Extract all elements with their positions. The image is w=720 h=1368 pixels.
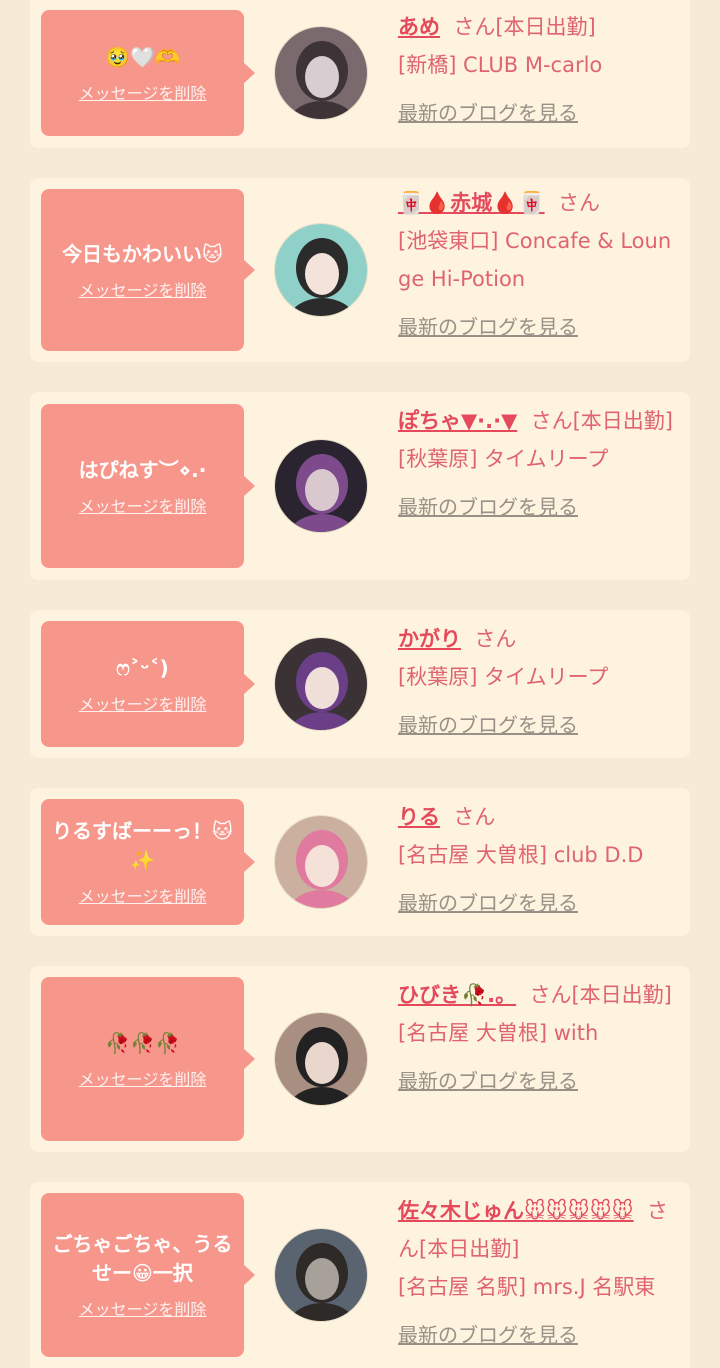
view-latest-blog-link[interactable]: 最新のブログを見る — [398, 884, 578, 922]
message-text: ごちゃごちゃ、うるせー😀一択 — [52, 1232, 233, 1285]
message-bubble: ෆ˃ᵕ˂) メッセージを削除 — [41, 621, 255, 747]
message-text: 今日もかわいい🐱 — [62, 241, 223, 266]
cast-name-line: 🀄🩸赤城🩸🀄 さん — [398, 184, 682, 222]
cast-card: 🥹🤍🫶 メッセージを削除 あめ さん[本日出勤] [新橋] CLUB M-carlo 最… — [30, 0, 690, 148]
message-text: 🥀🥀🥀 — [105, 1030, 180, 1055]
view-latest-blog-link[interactable]: 最新のブログを見る — [398, 488, 578, 526]
view-latest-blog-link[interactable]: 最新のブログを見る — [398, 1316, 578, 1354]
message-bubble: はぴねす︶⋄.· メッセージを削除 — [41, 404, 255, 568]
cast-info: かがり さん [秋葉原] タイムリープ最新のブログを見る — [398, 620, 682, 744]
message-bubble: 今日もかわいい🐱 メッセージを削除 — [41, 189, 255, 351]
delete-message-link[interactable]: メッセージを削除 — [79, 1296, 207, 1320]
honorific-status: さん[本日出勤] — [529, 983, 672, 1007]
shop-location: [池袋東口] Concafe & Lounge Hi-Potion — [398, 229, 672, 291]
avatar[interactable] — [274, 637, 368, 731]
honorific-status: さん — [474, 627, 517, 651]
cast-info: 🀄🩸赤城🩸🀄 さん [池袋東口] Concafe & Lounge Hi-Poti… — [398, 184, 682, 346]
avatar[interactable] — [274, 1012, 368, 1106]
cast-name-link[interactable]: かがり — [398, 627, 461, 651]
cast-card: りるすばーーっ！🐱✨ メッセージを削除 りる さん [名古屋 大曽根] club D.… — [30, 788, 690, 936]
shop-location: [名古屋 大曽根] with — [398, 1021, 599, 1045]
honorific-status: さん[本日出勤] — [530, 409, 673, 433]
favorites-message-list: 🥹🤍🫶 メッセージを削除 あめ さん[本日出勤] [新橋] CLUB M-carlo 最… — [0, 0, 720, 1368]
honorific-status: さん — [453, 805, 496, 829]
cast-name-line: あめ さん[本日出勤] — [398, 8, 682, 46]
message-text: りるすばーーっ！🐱✨ — [52, 819, 233, 872]
cast-name-link[interactable]: ぽちゃ▼·.·▼ — [398, 409, 517, 433]
cast-name-link[interactable]: 🀄🩸赤城🩸🀄 — [398, 191, 545, 215]
message-text: ෆ˃ᵕ˂) — [116, 655, 169, 680]
view-latest-blog-link[interactable]: 最新のブログを見る — [398, 308, 578, 346]
cast-info: あめ さん[本日出勤] [新橋] CLUB M-carlo 最新のブログを見る — [398, 8, 682, 132]
avatar-photo — [275, 638, 367, 730]
message-bubble: 🥀🥀🥀 メッセージを削除 — [41, 977, 255, 1141]
cast-name-line: 佐々木じゅん🐭🐭🐭🐭🐭 さん[本日出勤] — [398, 1192, 682, 1268]
cast-name-link[interactable]: 佐々木じゅん🐭🐭🐭🐭🐭 — [398, 1199, 634, 1223]
delete-message-link[interactable]: メッセージを削除 — [79, 277, 207, 301]
avatar[interactable] — [274, 26, 368, 120]
cast-card: ごちゃごちゃ、うるせー😀一択 メッセージを削除 佐々木じゅん🐭🐭🐭🐭🐭 さん[本日出… — [30, 1182, 690, 1368]
cast-info: 佐々木じゅん🐭🐭🐭🐭🐭 さん[本日出勤] [名古屋 名駅] mrs.J 名駅東最新… — [398, 1192, 682, 1354]
cast-name-line: ひびき🥀.。 さん[本日出勤] — [398, 976, 682, 1014]
cast-name-line: ぽちゃ▼·.·▼ さん[本日出勤] — [398, 402, 682, 440]
avatar-photo — [275, 224, 367, 316]
shop-location: [名古屋 大曽根] club D.D — [398, 843, 644, 867]
view-latest-blog-link[interactable]: 最新のブログを見る — [398, 706, 578, 744]
delete-message-link[interactable]: メッセージを削除 — [79, 80, 207, 104]
message-bubble: ごちゃごちゃ、うるせー😀一択メッセージを削除 — [41, 1193, 255, 1357]
cast-name-link[interactable]: あめ — [398, 15, 440, 39]
delete-message-link[interactable]: メッセージを削除 — [79, 493, 207, 517]
cast-info: りる さん [名古屋 大曽根] club D.D 最新のブログを見る — [398, 798, 682, 922]
shop-location: [新橋] CLUB M-carlo — [398, 53, 603, 77]
delete-message-link[interactable]: メッセージを削除 — [79, 691, 207, 715]
message-bubble: 🥹🤍🫶 メッセージを削除 — [41, 10, 255, 136]
shop-location: [秋葉原] タイムリープ — [398, 447, 609, 471]
cast-name-line: りる さん — [398, 798, 682, 836]
cast-card: 今日もかわいい🐱 メッセージを削除 🀄🩸赤城🩸🀄 さん [池袋東口] Concafe … — [30, 178, 690, 362]
avatar-photo — [275, 27, 367, 119]
delete-message-link[interactable]: メッセージを削除 — [79, 883, 207, 907]
cast-info: ぽちゃ▼·.·▼ さん[本日出勤] [秋葉原] タイムリープ最新のブログを見る — [398, 402, 682, 526]
avatar[interactable] — [274, 1228, 368, 1322]
message-bubble: りるすばーーっ！🐱✨ メッセージを削除 — [41, 799, 255, 925]
message-text: はぴねす︶⋄.· — [78, 457, 207, 482]
cast-card: 🥀🥀🥀 メッセージを削除 ひびき🥀.。 さん[本日出勤] [名古屋 大曽根] with… — [30, 966, 690, 1152]
avatar[interactable] — [274, 815, 368, 909]
cast-name-link[interactable]: ひびき🥀.。 — [398, 983, 516, 1007]
avatar-photo — [275, 1229, 367, 1321]
cast-card: ෆ˃ᵕ˂) メッセージを削除 かがり さん [秋葉原] タイムリープ最新のブログを見る — [30, 610, 690, 758]
cast-name-link[interactable]: りる — [398, 805, 440, 829]
message-text: 🥹🤍🫶 — [105, 44, 180, 69]
cast-card: はぴねす︶⋄.· メッセージを削除 ぽちゃ▼·.·▼ さん[本日出勤] [秋葉原] タ… — [30, 392, 690, 580]
honorific-status: さん — [557, 191, 600, 215]
view-latest-blog-link[interactable]: 最新のブログを見る — [398, 1062, 578, 1100]
honorific-status: さん[本日出勤] — [453, 15, 596, 39]
avatar-photo — [275, 440, 367, 532]
avatar[interactable] — [274, 223, 368, 317]
cast-name-line: かがり さん — [398, 620, 682, 658]
delete-message-link[interactable]: メッセージを削除 — [79, 1066, 207, 1090]
avatar-photo — [275, 1013, 367, 1105]
shop-location: [秋葉原] タイムリープ — [398, 665, 609, 689]
avatar[interactable] — [274, 439, 368, 533]
cast-info: ひびき🥀.。 さん[本日出勤] [名古屋 大曽根] with 最新のブログを見る — [398, 976, 682, 1100]
avatar-photo — [275, 816, 367, 908]
shop-location: [名古屋 名駅] mrs.J 名駅東 — [398, 1275, 656, 1299]
view-latest-blog-link[interactable]: 最新のブログを見る — [398, 94, 578, 132]
